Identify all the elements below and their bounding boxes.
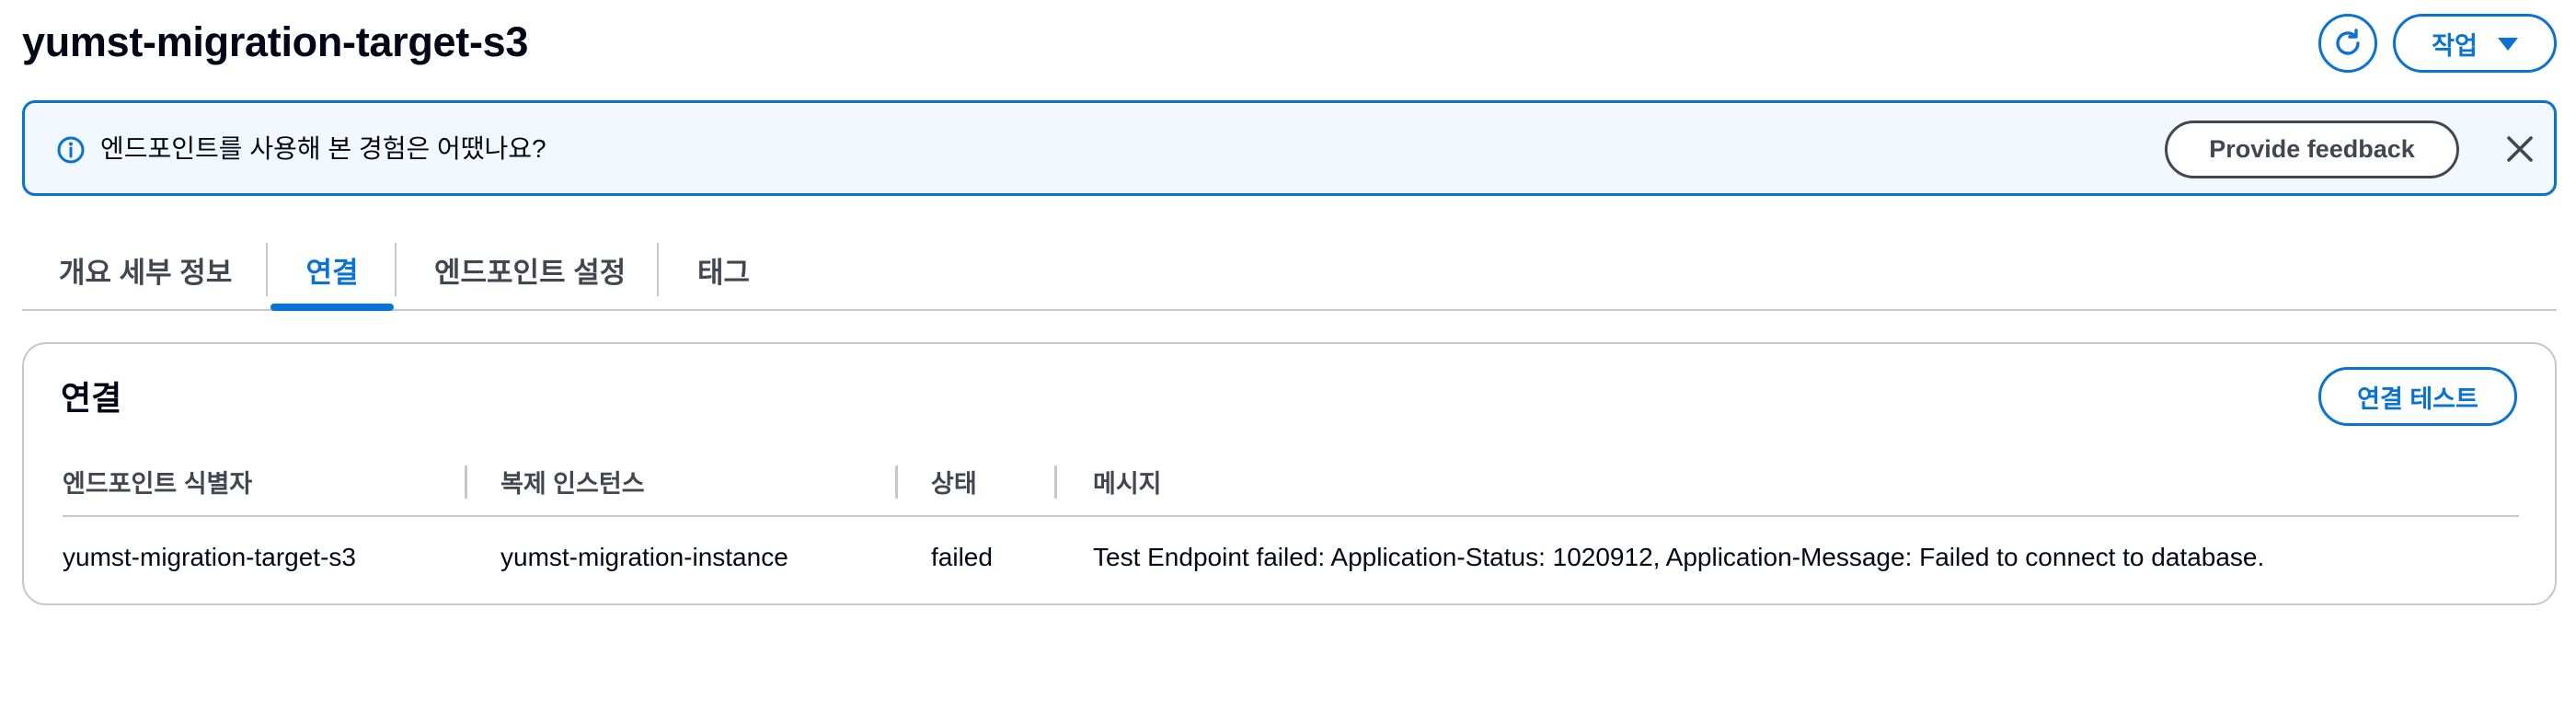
actions-dropdown-button[interactable]: 작업 <box>2393 14 2557 73</box>
page-title: yumst-migration-target-s3 <box>22 18 529 65</box>
feedback-flashbar: 엔드포인트를 사용해 본 경험은 어땠나요? Provide feedback <box>22 100 2557 196</box>
column-header-replication-instance[interactable]: 복제 인스턴스 <box>500 464 645 500</box>
tab-connections[interactable]: 연결 <box>270 230 394 311</box>
cell-replication-instance: yumst-migration-instance <box>500 543 788 571</box>
tab-endpoint-settings[interactable]: 엔드포인트 설정 <box>434 230 626 309</box>
actions-label: 작업 <box>2432 31 2478 60</box>
column-resizer[interactable] <box>465 465 467 499</box>
column-header-message[interactable]: 메시지 <box>1093 464 1162 500</box>
table-row: yumst-migration-target-s3 yumst-migratio… <box>63 517 2519 602</box>
column-header-endpoint-identifier[interactable]: 엔드포인트 식별자 <box>63 464 252 500</box>
caret-down-icon <box>2497 38 2518 51</box>
info-icon <box>57 136 85 164</box>
cell-message: Test Endpoint failed: Application-Status… <box>1093 543 2265 571</box>
tab-list: 개요 세부 정보 연결 엔드포인트 설정 태그 <box>22 230 2557 311</box>
flashbar-message: 엔드포인트를 사용해 본 경험은 어땠나요? <box>100 134 546 163</box>
cell-status: failed <box>931 543 993 571</box>
refresh-icon <box>2336 29 2360 55</box>
column-header-status[interactable]: 상태 <box>931 464 977 500</box>
tab-tags[interactable]: 태그 <box>697 230 750 309</box>
test-connection-button[interactable]: 연결 테스트 <box>2318 367 2517 426</box>
refresh-button[interactable] <box>2318 14 2377 73</box>
connections-title: 연결 <box>61 379 122 417</box>
tab-overview-details[interactable]: 개요 세부 정보 <box>59 230 232 309</box>
tab-divider <box>266 243 268 296</box>
connections-table: 엔드포인트 식별자 복제 인스턴스 상태 메시지 yumst-migration… <box>63 443 2519 602</box>
table-header-row: 엔드포인트 식별자 복제 인스턴스 상태 메시지 <box>63 443 2519 517</box>
tab-divider <box>395 243 397 296</box>
cell-endpoint-identifier: yumst-migration-target-s3 <box>63 543 356 571</box>
connections-container: 연결 연결 테스트 엔드포인트 식별자 복제 인스턴스 상태 메시지 yumst… <box>22 342 2557 605</box>
column-resizer[interactable] <box>1054 465 1057 499</box>
tab-divider <box>657 243 659 296</box>
provide-feedback-button[interactable]: Provide feedback <box>2165 121 2459 178</box>
close-icon[interactable] <box>2503 132 2536 166</box>
column-resizer[interactable] <box>895 465 898 499</box>
